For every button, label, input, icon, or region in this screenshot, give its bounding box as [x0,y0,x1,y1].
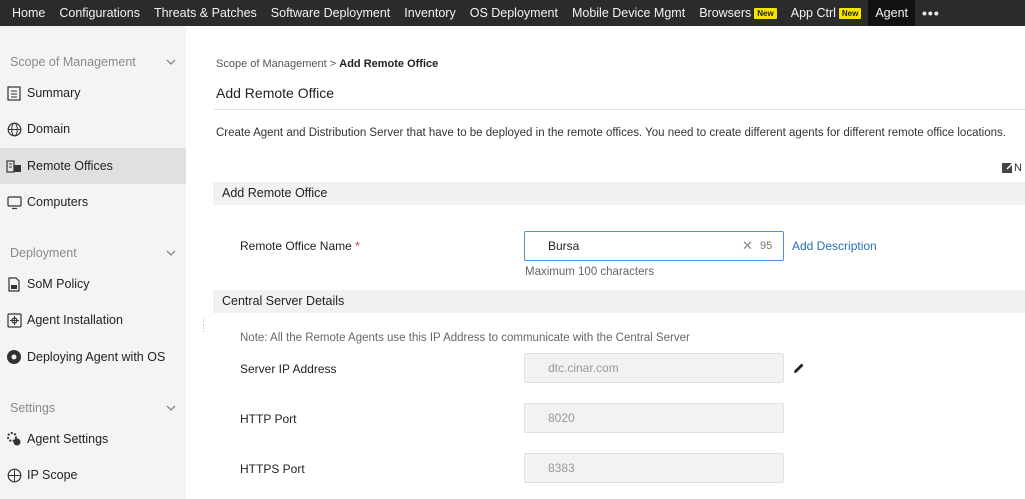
notes-button[interactable]: N [1001,161,1022,174]
computer-icon [6,194,22,210]
notes-button-label: N [1014,161,1022,174]
top-navigation: Home Configurations Threats & Patches So… [0,0,1025,26]
deploy-os-icon [6,349,22,365]
server-ip-address-label: Server IP Address [240,362,337,376]
sidebar-section-label: Settings [10,401,56,415]
chevron-down-icon [166,250,176,256]
page-title: Add Remote Office [216,85,335,101]
nav-agent-label: Agent [875,6,909,20]
nav-inventory[interactable]: Inventory [397,0,462,26]
summary-icon [6,85,22,101]
chevron-down-icon [166,59,176,65]
nav-home-label: Home [12,6,46,20]
page-description: Create Agent and Distribution Server tha… [216,127,1006,139]
note-edit-icon [1002,162,1014,173]
nav-agent[interactable]: Agent [868,0,916,26]
https-port-input: 8383 [524,453,784,483]
breadcrumb-current: Add Remote Office [339,58,439,70]
sidebar-item-label: Domain [27,122,71,136]
sidebar-item-remote-offices[interactable]: Remote Offices [0,148,186,184]
nav-os-deployment-label: OS Deployment [469,6,558,20]
sidebar-item-summary[interactable]: Summary [0,75,186,111]
breadcrumb-separator: > [329,58,337,70]
sidebar-item-agent-installation[interactable]: Agent Installation [0,302,186,338]
remote-office-name-label: Remote Office Name * [240,239,360,253]
nav-configurations-label: Configurations [59,6,140,20]
sidebar-item-label: SoM Policy [27,277,90,291]
http-port-value: 8020 [548,411,575,425]
required-marker: * [355,239,360,253]
sidebar-item-label: Computers [27,195,89,209]
https-port-value: 8383 [548,461,575,475]
add-description-link[interactable]: Add Description [792,239,877,253]
sidebar-section-label: Deployment [10,246,77,260]
sidebar-item-label: Agent Settings [27,432,109,446]
new-badge: New [754,7,777,19]
sidebar: Scope of Management Summary Domain Remot… [0,26,186,499]
policy-icon [6,276,22,292]
sidebar-resize-handle[interactable]: ⋮ ⋮ [199,317,208,340]
sidebar-item-agent-settings[interactable]: Agent Settings [0,421,186,457]
ip-scope-icon [6,467,22,483]
nav-app-ctrl[interactable]: App Ctrl New [784,0,869,26]
more-menu-icon[interactable]: ••• [915,0,947,26]
sidebar-item-label: IP Scope [27,468,78,482]
section-header-add-remote-office: Add Remote Office [213,182,1025,205]
agent-settings-icon [6,431,22,447]
nav-software-deployment[interactable]: Software Deployment [264,0,398,26]
server-ip-address-value: dtc.cinar.com [548,361,619,375]
sidebar-item-label: Summary [27,86,81,100]
nav-browsers[interactable]: Browsers New [692,0,784,26]
sidebar-item-deploying-agent-with-os[interactable]: Deploying Agent with OS [0,339,186,375]
sidebar-item-label: Remote Offices [27,159,113,173]
central-server-note: Note: All the Remote Agents use this IP … [240,332,690,344]
nav-threats-patches[interactable]: Threats & Patches [147,0,264,26]
section-header-central-server-details: Central Server Details [213,290,1025,313]
pencil-icon[interactable] [792,361,806,375]
remote-office-name-input[interactable]: Bursa ✕ 95 [524,231,784,261]
nav-software-deployment-label: Software Deployment [270,6,391,20]
https-port-label: HTTPS Port [240,462,305,476]
nav-inventory-label: Inventory [404,6,456,20]
breadcrumb-parent[interactable]: Scope of Management [216,58,327,70]
nav-app-ctrl-label: App Ctrl [790,6,836,20]
remote-office-name-label-text: Remote Office Name [240,239,352,253]
chevron-down-icon [166,405,176,411]
sidebar-item-label: Agent Installation [27,313,123,327]
new-badge: New [838,7,862,19]
http-port-input: 8020 [524,403,784,433]
nav-browsers-label: Browsers [699,6,752,20]
sidebar-item-domain[interactable]: Domain [0,111,186,147]
sidebar-item-som-policy[interactable]: SoM Policy [0,266,186,302]
sidebar-section-label: Scope of Management [10,55,136,69]
sidebar-item-ip-scope[interactable]: IP Scope [0,457,186,493]
server-ip-address-input: dtc.cinar.com [524,353,784,383]
agent-install-icon [6,312,22,328]
remote-offices-icon [6,158,22,174]
title-divider [214,109,1025,110]
nav-mobile-device-mgmt[interactable]: Mobile Device Mgmt [565,0,692,26]
breadcrumb: Scope of Management > Add Remote Office [216,58,438,70]
sidebar-item-computers[interactable]: Computers [0,184,186,220]
nav-home[interactable]: Home [0,0,52,26]
sidebar-item-label: Deploying Agent with OS [27,350,166,364]
http-port-label: HTTP Port [240,412,297,426]
clear-icon[interactable]: ✕ [742,232,753,260]
globe-icon [6,121,22,137]
remote-office-name-value: Bursa [548,239,580,253]
char-remaining-count: 95 [760,240,773,252]
nav-configurations[interactable]: Configurations [52,0,147,26]
nav-threats-patches-label: Threats & Patches [153,6,257,20]
nav-os-deployment[interactable]: OS Deployment [463,0,565,26]
nav-mobile-device-mgmt-label: Mobile Device Mgmt [571,6,686,20]
max-characters-hint: Maximum 100 characters [525,266,655,278]
